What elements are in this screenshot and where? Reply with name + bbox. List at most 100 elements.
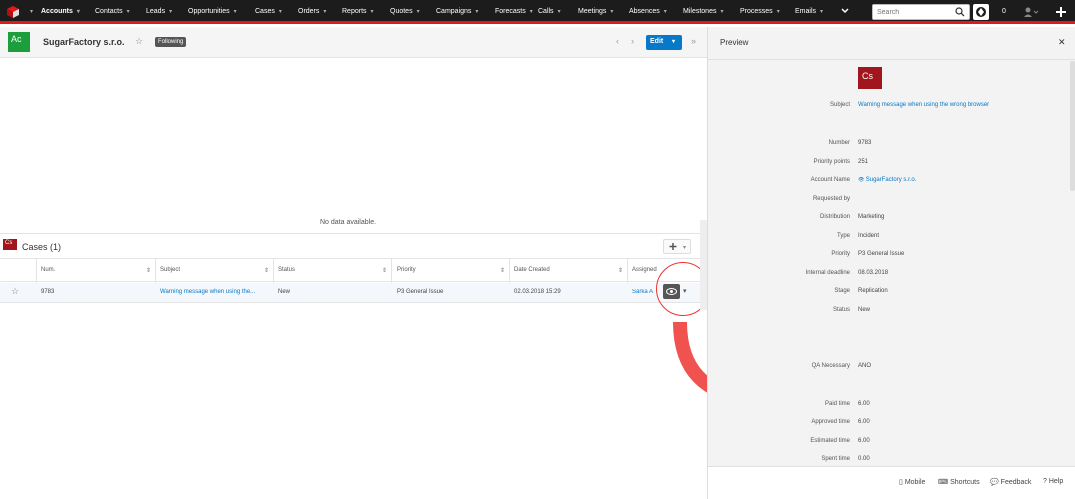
chevron-down-icon[interactable]: ▾	[530, 9, 533, 15]
favorite-star-icon[interactable]: ☆	[135, 36, 143, 47]
quick-create-button[interactable]	[1054, 4, 1068, 20]
chevron-down-icon[interactable]: ▾	[610, 9, 613, 15]
search-input[interactable]	[873, 5, 953, 19]
field-value[interactable]: 👁 SugarFactory s.r.o.	[858, 177, 916, 183]
field-value-text: Marketing	[858, 214, 885, 220]
field-label: Account Name	[810, 177, 850, 183]
following-badge[interactable]: Following	[155, 37, 187, 47]
eye-icon[interactable]: 👁	[858, 177, 866, 183]
cases-subpanel-header[interactable]: Cs Cases (1) ▾	[0, 233, 700, 257]
nav-item-label: Emails	[795, 8, 817, 15]
field-value: 6.00	[858, 401, 870, 407]
nav-item-absences[interactable]: Absences ▾	[629, 0, 667, 24]
nav-item-label: Cases	[255, 8, 275, 15]
column-header-subject[interactable]: Subject	[160, 267, 180, 273]
chevron-down-icon[interactable]: ▾	[417, 9, 420, 15]
field-value-text: SugarFactory s.r.o.	[865, 177, 917, 183]
sort-icon[interactable]: ⇕	[500, 267, 505, 274]
sort-icon[interactable]: ⇕	[618, 267, 623, 274]
sugar-cube-button[interactable]	[973, 4, 989, 20]
chevron-down-icon[interactable]: ▾	[234, 9, 237, 15]
nav-item-quotes[interactable]: Quotes ▾	[390, 0, 420, 24]
chevron-down-icon[interactable]: ▾	[777, 9, 780, 15]
nav-item-leads[interactable]: Leads ▾	[146, 0, 172, 24]
help-link[interactable]: ? Help	[1043, 478, 1063, 485]
chevron-down-icon[interactable]: ▾	[820, 9, 823, 15]
nav-item-calls[interactable]: Calls ▾	[538, 0, 561, 24]
close-icon[interactable]: ✕	[1058, 37, 1066, 48]
column-header-status[interactable]: Status	[278, 267, 295, 273]
chevron-down-icon[interactable]: ▾	[127, 9, 130, 15]
feedback-link[interactable]: 💬 Feedback	[990, 478, 1031, 486]
field-value: 9783	[858, 140, 871, 146]
nav-item-label: Campaigns	[436, 8, 472, 15]
nav-item-processes[interactable]: Processes ▾	[740, 0, 780, 24]
global-search[interactable]	[872, 4, 970, 20]
chevron-down-icon[interactable]: ▾	[279, 9, 282, 15]
favorite-star-icon[interactable]: ☆	[11, 286, 19, 297]
mobile-link[interactable]: ▯ Mobile	[899, 478, 925, 486]
nav-item-campaigns[interactable]: Campaigns ▾	[436, 0, 478, 24]
case-subject-link[interactable]: Warning message when using the...	[160, 289, 255, 295]
sugar-logo-icon[interactable]	[6, 5, 20, 19]
nav-item-reports[interactable]: Reports ▾	[342, 0, 374, 24]
nav-item-accounts[interactable]: Accounts ▾	[41, 0, 80, 24]
preview-header: Preview ✕	[708, 27, 1075, 60]
field-label: Stage	[834, 288, 850, 294]
column-header-date-created[interactable]: Date Created	[514, 267, 550, 273]
field-value-text: 6.00	[858, 401, 870, 407]
field-value[interactable]: Warning message when using the wrong bro…	[858, 102, 989, 108]
toggle-sidebar-icon[interactable]: »	[691, 36, 696, 46]
field-value: Replication	[858, 288, 888, 294]
chevron-down-icon[interactable]: ▾	[169, 9, 172, 15]
nav-item-meetings[interactable]: Meetings ▾	[578, 0, 613, 24]
field-value: New	[858, 307, 870, 313]
nav-item-orders[interactable]: Orders ▾	[298, 0, 326, 24]
sort-icon[interactable]: ⇕	[382, 267, 387, 274]
top-navigation-bar: ▾ Accounts ▾ Contacts ▾ Leads ▾ Opportunities ▾…	[0, 0, 1075, 24]
svg-text:▾: ▾	[683, 245, 686, 251]
more-menu-chevron-icon[interactable]	[840, 0, 850, 24]
logo-menu-caret-icon[interactable]: ▾	[26, 0, 33, 24]
nav-item-contacts[interactable]: Contacts ▾	[95, 0, 130, 24]
sort-icon[interactable]: ⇕	[264, 267, 269, 274]
chevron-down-icon[interactable]: ▾	[664, 9, 667, 15]
next-record-icon[interactable]: ›	[631, 36, 634, 46]
user-menu[interactable]	[1022, 4, 1040, 20]
chevron-down-icon[interactable]: ▾	[323, 9, 326, 15]
chevron-down-icon[interactable]: ▾	[77, 9, 80, 15]
edit-dropdown-caret-icon[interactable]: ▾	[672, 38, 675, 45]
sort-icon[interactable]: ⇕	[146, 267, 151, 274]
nav-item-cases[interactable]: Cases ▾	[255, 0, 282, 24]
column-header-assigned[interactable]: Assigned	[632, 267, 657, 273]
column-header-priority[interactable]: Priority	[397, 267, 416, 273]
field-value-text: 6.00	[858, 419, 870, 425]
edit-button[interactable]: Edit ▾	[646, 35, 682, 50]
chevron-down-icon[interactable]: ▾	[475, 9, 478, 15]
search-icon[interactable]	[955, 7, 965, 17]
shortcuts-link[interactable]: ⌨ Shortcuts	[938, 478, 980, 486]
table-row[interactable]: ☆ 9783 Warning message when using the...…	[0, 283, 700, 303]
field-label: Internal deadline	[805, 270, 850, 276]
notifications-count[interactable]: 0	[996, 4, 1012, 20]
nav-item-label: Contacts	[95, 8, 123, 15]
column-header-num[interactable]: Num.	[41, 267, 55, 273]
nav-item-emails[interactable]: Emails ▾	[795, 0, 823, 24]
nav-item-label: Opportunities	[188, 8, 230, 15]
field-label: Number	[828, 140, 850, 146]
chevron-down-icon[interactable]: ▾	[720, 9, 723, 15]
nav-item-opportunities[interactable]: Opportunities ▾	[188, 0, 237, 24]
field-value-text: Warning message when using the wrong bro…	[858, 102, 990, 108]
chevron-down-icon[interactable]: ▾	[371, 9, 374, 15]
previous-record-icon[interactable]: ‹	[616, 36, 619, 46]
scrollbar[interactable]	[700, 220, 707, 310]
field-label: Spent time	[821, 456, 850, 462]
add-case-button[interactable]: ▾	[663, 239, 691, 254]
nav-item-milestones[interactable]: Milestones ▾	[683, 0, 723, 24]
chevron-down-icon[interactable]: ▾	[558, 9, 561, 15]
field-label: Requested by	[812, 196, 850, 202]
nav-item-forecasts[interactable]: Forecasts ▾	[495, 0, 533, 24]
preview-scrollbar[interactable]	[1070, 61, 1075, 191]
nav-item-label: Leads	[146, 8, 166, 15]
case-status: New	[278, 289, 291, 295]
